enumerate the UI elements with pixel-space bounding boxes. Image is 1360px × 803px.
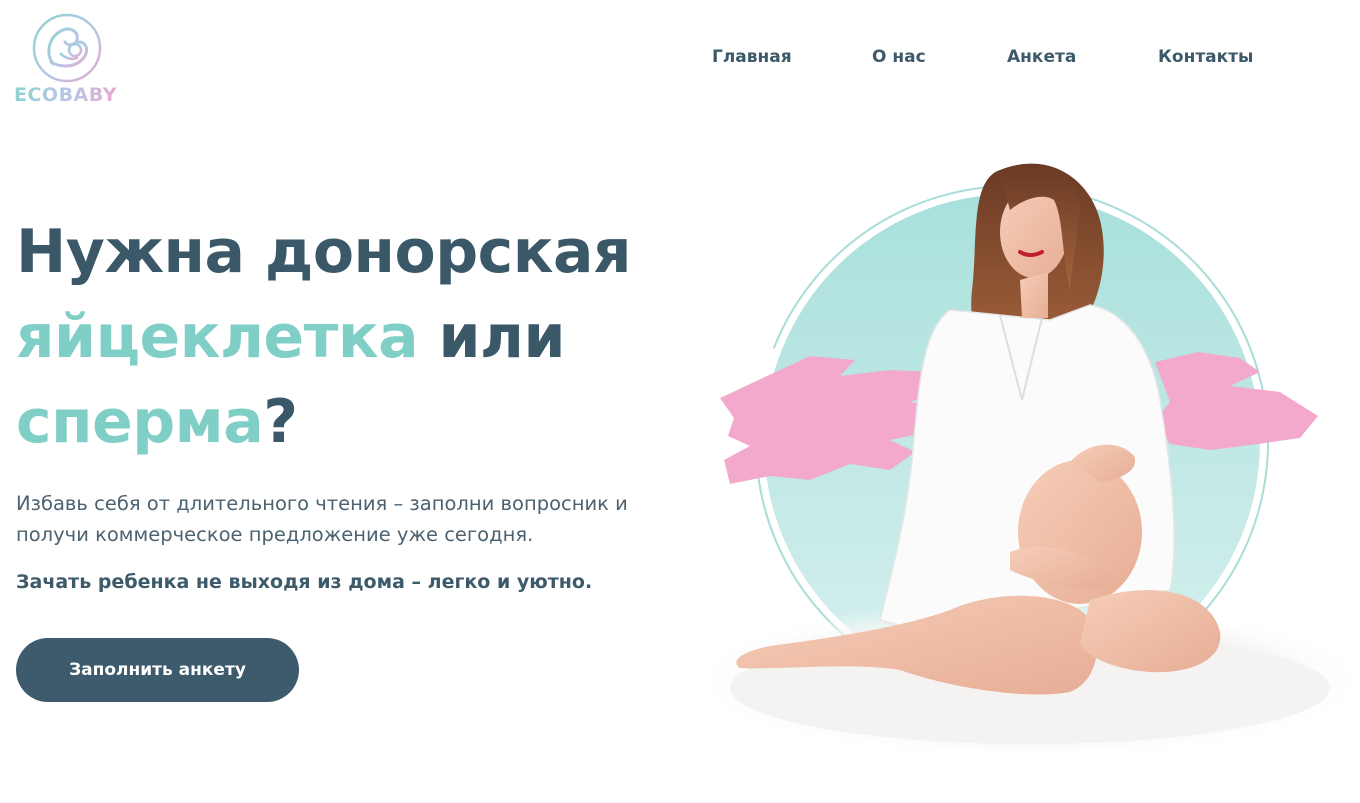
pregnant-woman-photo: [690, 163, 1360, 760]
hero-title-or: или: [418, 302, 566, 372]
landing-page: ECOBABY Главная О нас Анкета Контакты Ну…: [0, 0, 1360, 803]
hero-title: Нужна донорская яйцеклетка или сперма?: [16, 210, 631, 465]
nav-link-survey[interactable]: Анкета: [1007, 47, 1076, 67]
hero-subtitle: Избавь себя от длительного чтения – запо…: [16, 492, 628, 546]
hero-title-accent-egg: яйцеклетка: [16, 302, 419, 372]
hero-title-question: ?: [263, 387, 298, 457]
logo-text: ECOBABY: [14, 84, 117, 106]
nav-link-about[interactable]: О нас: [872, 47, 926, 67]
hero-title-accent-sperm: сперма: [16, 387, 264, 457]
fill-survey-button[interactable]: Заполнить анкету: [16, 638, 299, 702]
nav-link-contacts[interactable]: Контакты: [1158, 47, 1253, 67]
nav-link-home[interactable]: Главная: [712, 47, 792, 67]
hero-title-line1: Нужна донорская: [16, 217, 631, 287]
pink-brush-right: [1155, 352, 1318, 450]
main-nav: Главная О нас Анкета Контакты: [0, 47, 1360, 73]
hero-tagline: Зачать ребенка не выходя из дома – легко…: [16, 571, 593, 593]
